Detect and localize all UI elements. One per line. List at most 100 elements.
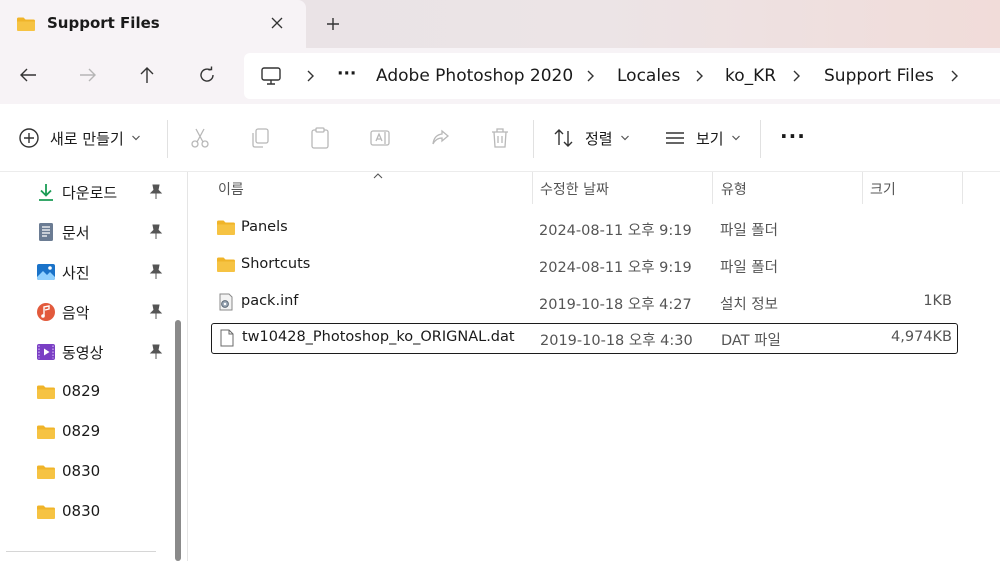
refresh-button[interactable]	[191, 60, 223, 90]
table-row[interactable]: tw10428_Photoshop_ko_ORIGNAL.dat 2019-10…	[211, 323, 958, 354]
clipboard-icon	[311, 127, 329, 149]
folder-icon	[217, 257, 235, 272]
folder-icon	[217, 220, 235, 235]
column-divider[interactable]	[532, 172, 533, 204]
delete-button[interactable]	[489, 122, 511, 154]
sidebar-item-folder-0829[interactable]: 0829	[0, 412, 170, 452]
file-name: Panels	[241, 219, 288, 235]
file-list: 이름 수정한 날짜 유형 크기 Panels 2024-08-11 오후 9:1…	[188, 172, 1000, 561]
file-date: 2019-10-18 오후 4:27	[539, 297, 692, 313]
sidebar-item-label: 0829	[62, 382, 101, 400]
table-row[interactable]: Shortcuts 2024-08-11 오후 9:19 파일 폴더	[212, 250, 958, 281]
scissors-icon	[191, 128, 209, 148]
pictures-icon	[37, 264, 55, 280]
column-header-type[interactable]: 유형	[721, 172, 861, 204]
sidebar-item-downloads[interactable]: 다운로드	[0, 172, 170, 212]
pin-icon	[149, 184, 163, 199]
pin-icon	[149, 264, 163, 279]
paste-button[interactable]	[309, 122, 331, 154]
forward-button[interactable]	[72, 60, 104, 90]
back-button[interactable]	[12, 60, 44, 90]
chevron-down-icon	[731, 135, 740, 141]
file-name: pack.inf	[241, 293, 299, 309]
sidebar-item-folder-0830[interactable]: 0830	[0, 452, 170, 492]
sidebar-item-label: 음악	[62, 304, 90, 322]
new-button-label: 새로 만들기	[50, 129, 124, 148]
copy-icon	[252, 128, 269, 148]
address-bar[interactable]: ··· Adobe Photoshop 2020 Locales ko_KR S…	[244, 53, 1000, 99]
up-button[interactable]	[131, 60, 163, 90]
sidebar-item-videos[interactable]: 동영상	[0, 332, 170, 372]
close-icon	[271, 17, 283, 29]
cut-button[interactable]	[189, 122, 211, 154]
download-icon	[39, 184, 53, 201]
file-type: 파일 폴더	[720, 223, 778, 239]
sidebar-item-label: 0830	[62, 462, 101, 480]
new-button[interactable]: 새로 만들기	[18, 122, 141, 154]
column-header-date[interactable]: 수정한 날짜	[540, 172, 710, 204]
column-divider[interactable]	[712, 172, 713, 204]
video-icon	[37, 344, 55, 360]
breadcrumb-item-support-files[interactable]: Support Files	[824, 66, 934, 86]
more-options-button[interactable]: ···	[780, 120, 806, 152]
folder-icon	[37, 385, 55, 399]
column-header-name[interactable]: 이름	[218, 172, 518, 204]
chevron-down-icon	[620, 135, 629, 141]
breadcrumb-item-adobe-photoshop[interactable]: Adobe Photoshop 2020	[376, 66, 573, 86]
tab-support-files[interactable]: Support Files	[0, 0, 306, 48]
plus-icon	[327, 18, 339, 30]
chevron-down-icon	[131, 135, 140, 141]
sort-icon	[554, 129, 573, 147]
folder-icon	[37, 465, 55, 479]
toolbar-divider	[533, 120, 534, 158]
sidebar-item-label: 0830	[62, 502, 101, 520]
file-name: tw10428_Photoshop_ko_ORIGNAL.dat	[242, 329, 515, 345]
refresh-icon	[200, 66, 214, 82]
chevron-right-icon	[793, 70, 800, 82]
sidebar-item-music[interactable]: 음악	[0, 292, 170, 332]
chevron-right-icon	[587, 70, 594, 82]
sidebar-item-label: 0829	[62, 422, 101, 440]
file-size: 1KB	[923, 293, 952, 309]
toolbar-divider	[760, 120, 761, 158]
setup-info-icon	[219, 293, 233, 311]
title-bar: Support Files	[0, 0, 1000, 48]
breadcrumb-more[interactable]: ···	[337, 64, 356, 84]
computer-icon	[261, 67, 281, 85]
music-icon	[37, 303, 55, 321]
sidebar-item-documents[interactable]: 문서	[0, 212, 170, 252]
sidebar-item-folder-0829[interactable]: 0829	[0, 372, 170, 412]
column-header-label: 크기	[870, 182, 896, 198]
new-tab-button[interactable]	[322, 13, 344, 35]
view-button[interactable]: 보기	[664, 122, 741, 154]
breadcrumb-item-ko-kr[interactable]: ko_KR	[725, 66, 776, 86]
pin-icon	[149, 304, 163, 319]
share-button[interactable]	[429, 122, 451, 154]
file-icon	[220, 329, 234, 347]
sidebar-item-label: 사진	[62, 264, 90, 282]
folder-icon	[17, 17, 35, 31]
column-header-label: 유형	[721, 182, 747, 198]
table-row[interactable]: pack.inf 2019-10-18 오후 4:27 설치 정보 1KB	[212, 287, 958, 318]
sidebar-item-label: 문서	[62, 224, 90, 242]
table-row[interactable]: Panels 2024-08-11 오후 9:19 파일 폴더	[212, 213, 958, 244]
close-tab-button[interactable]	[266, 12, 288, 34]
arrow-left-icon	[20, 68, 36, 82]
sidebar-item-folder-0830[interactable]: 0830	[0, 492, 170, 532]
file-date: 2019-10-18 오후 4:30	[540, 333, 693, 349]
sidebar-item-pictures[interactable]: 사진	[0, 252, 170, 292]
chevron-right-icon	[696, 70, 703, 82]
copy-button[interactable]	[249, 122, 271, 154]
breadcrumb-item-locales[interactable]: Locales	[617, 66, 680, 86]
column-header-label: 수정한 날짜	[540, 182, 609, 198]
sidebar-item-label: 동영상	[62, 344, 104, 362]
column-divider[interactable]	[862, 172, 863, 204]
sidebar-scrollbar[interactable]	[175, 320, 181, 561]
sort-button[interactable]: 정렬	[553, 122, 630, 154]
column-divider[interactable]	[962, 172, 963, 204]
tab-title: Support Files	[47, 14, 160, 32]
rename-button[interactable]	[369, 122, 391, 154]
file-date: 2024-08-11 오후 9:19	[539, 223, 692, 239]
column-header-size[interactable]: 크기	[870, 172, 960, 204]
document-icon	[39, 223, 53, 241]
